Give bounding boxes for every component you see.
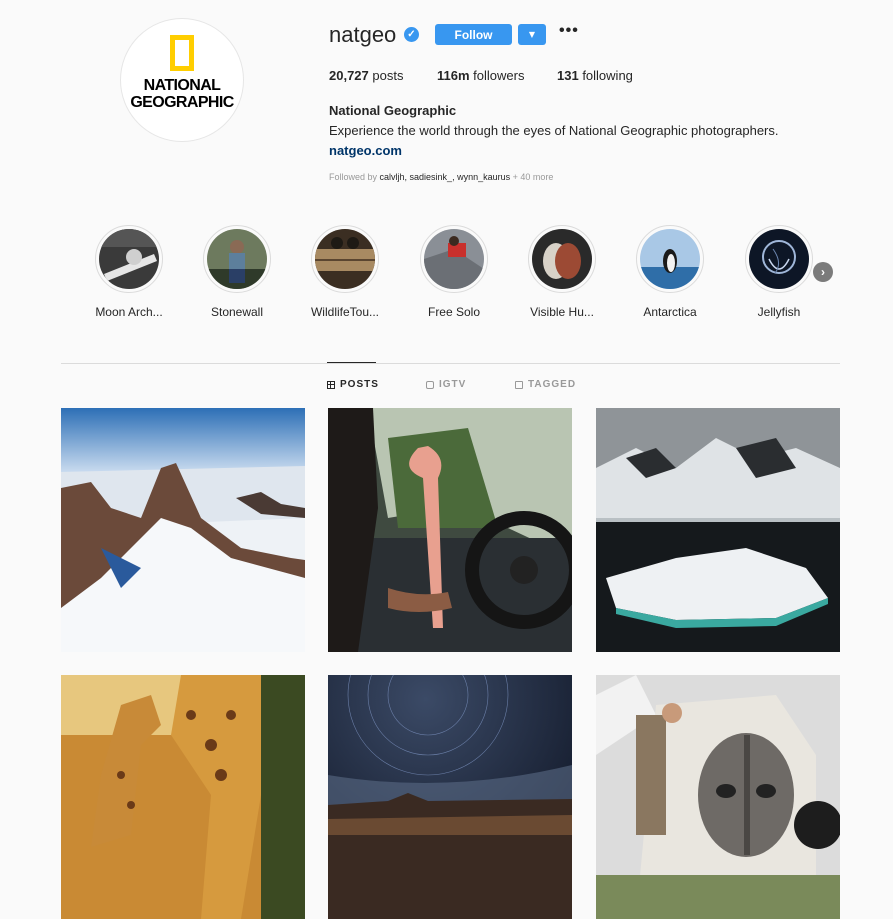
highlight-label: WildlifeTou... [310,305,380,319]
followed-by-text[interactable]: Followed by calvljh, sadiesink_, wynn_ka… [329,172,553,182]
highlight-visible-human[interactable]: Visible Hu... [522,225,602,319]
highlight-cover-image [99,229,159,289]
highlight-jellyfish[interactable]: Jellyfish [739,225,819,319]
post-thumbnail[interactable] [328,675,572,919]
stat-following[interactable]: 131 following [557,68,633,83]
grid-icon [327,380,335,389]
posts-label: posts [368,68,404,83]
logo-text-line1: NATIONAL [143,77,221,94]
highlight-cover-image [424,229,484,289]
highlight-stonewall[interactable]: Stonewall [197,225,277,319]
tab-tagged-label: TAGGED [528,379,577,390]
post-thumbnail[interactable] [61,675,305,919]
highlight-moon-arch[interactable]: Moon Arch... [89,225,169,319]
stat-followers[interactable]: 116m followers [437,68,524,83]
highlight-cover-image [315,229,375,289]
posts-count: 20,727 [329,68,369,83]
highlight-label: Stonewall [210,305,264,319]
tab-tagged[interactable]: TAGGED [515,379,576,390]
following-label: following [578,68,633,83]
followed-by-prefix: Followed by [329,172,380,182]
highlight-label: Jellyfish [757,305,801,319]
highlight-label: Moon Arch... [95,305,163,319]
followers-count: 116m [437,68,470,83]
profile-username: natgeo [329,22,397,47]
highlight-antarctica[interactable]: Antarctica [630,225,710,319]
verified-badge-icon: ✓ [404,27,419,42]
highlight-label: Free Solo [427,305,481,319]
tab-igtv-label: IGTV [439,379,467,390]
highlight-free-solo[interactable]: Free Solo [414,225,494,319]
suggestions-dropdown-button[interactable]: ▼ [518,24,546,45]
post-thumbnail[interactable] [596,408,840,652]
highlight-cover-image [207,229,267,289]
logo-text-line2: GEOGRAPHIC [130,94,234,111]
highlight-cover-image [640,229,700,289]
tv-icon [426,380,434,389]
tab-posts-label: POSTS [340,379,379,390]
post-thumbnail[interactable] [328,408,572,652]
followed-by-more[interactable]: + 40 more [510,172,554,182]
followers-label: followers [469,68,525,83]
logo-text: NATIONAL GEOGRAPHIC [130,77,234,111]
profile-avatar[interactable]: NATIONAL GEOGRAPHIC [120,18,244,142]
highlights-next-arrow-icon[interactable]: › [813,262,833,282]
post-thumbnail[interactable] [596,675,840,919]
following-count: 131 [557,68,579,83]
tab-posts[interactable]: POSTS [327,379,379,390]
active-tab-indicator [327,362,376,363]
highlight-cover-image [532,229,592,289]
highlight-label: Visible Hu... [530,305,594,319]
more-options-icon[interactable]: ••• [559,22,579,40]
followed-by-users[interactable]: calvljh, sadiesink_, wynn_kaurus [380,172,511,182]
tag-icon [515,380,523,389]
tabs-divider [61,363,840,364]
follow-button[interactable]: Follow [435,24,512,45]
profile-website-link[interactable]: natgeo.com [329,143,402,158]
tab-igtv[interactable]: IGTV [426,379,466,390]
profile-bio: Experience the world through the eyes of… [329,123,779,138]
stat-posts: 20,727 posts [329,68,403,83]
highlight-label: Antarctica [643,305,697,319]
profile-full-name: National Geographic [329,103,457,118]
post-thumbnail[interactable] [61,408,305,652]
highlight-cover-image [749,229,809,289]
highlight-wildlife-tourism[interactable]: WildlifeTou... [305,225,385,319]
natgeo-logo-icon [170,35,194,71]
